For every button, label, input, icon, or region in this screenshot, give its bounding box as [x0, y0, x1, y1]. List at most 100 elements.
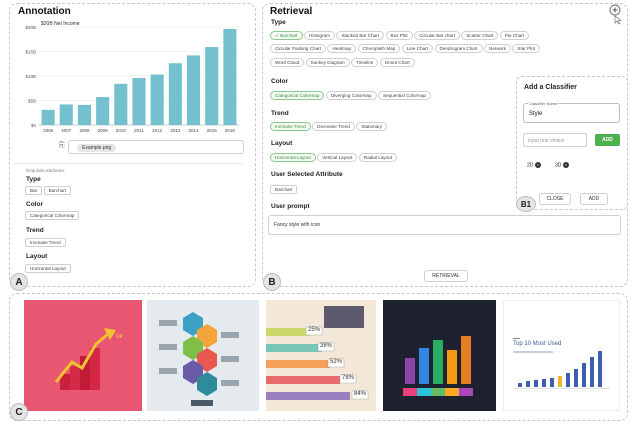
- type-tags-row-3: Word Cloud Sankey Diagram Timeline Donut Ch…: [270, 58, 600, 76]
- thumbnail-cylinders[interactable]: [383, 300, 496, 411]
- pct-78: 78%: [342, 375, 355, 381]
- remove-chip-icon[interactable]: ×: [534, 162, 541, 168]
- x-tick-label: 2013: [170, 128, 181, 133]
- a-tag-horizontal[interactable]: Horizontal Layout: [25, 264, 71, 273]
- bar: [96, 97, 110, 125]
- close-button[interactable]: CLOSE: [539, 193, 571, 205]
- bar: [168, 63, 182, 125]
- chip-3d-label: 3D: [555, 162, 562, 169]
- tag-stationary[interactable]: Stationary: [356, 122, 388, 131]
- tag-choropleth[interactable]: Choropleth Map: [357, 44, 401, 53]
- tag-circular-bar[interactable]: Circular Bar chart: [414, 31, 460, 40]
- tag-circular-packing[interactable]: Circular Packing Chart: [270, 44, 326, 53]
- choice-input[interactable]: input one choice: [523, 133, 587, 147]
- tag-vertical-layout[interactable]: Vertical Layout: [317, 153, 358, 162]
- net-income-chart: $20B Net Income $0 $5B $10B $15B $20B 2006 2007…: [25, 21, 239, 133]
- tag-categorical-colormap[interactable]: Categorical Colormap: [270, 91, 325, 100]
- svg-text:UP: UP: [116, 334, 124, 340]
- classifier-name-value: Style: [529, 111, 543, 117]
- tag-box-plot[interactable]: Box Plot: [385, 31, 413, 40]
- x-tick-label: 2016: [225, 128, 236, 133]
- tag-heatmap[interactable]: Heatmap: [327, 44, 357, 53]
- add-classifier-popup: Add a Classifier Classifier Name Style i…: [516, 76, 628, 210]
- bar: [150, 74, 164, 125]
- pct-84: 84%: [354, 391, 367, 397]
- bar: [132, 77, 146, 125]
- prompt-input[interactable]: Fancy style with icon: [268, 215, 621, 235]
- trend-label: Trend: [271, 110, 289, 117]
- x-tick-label: 2010: [116, 128, 127, 133]
- tag-diverging-colormap[interactable]: Diverging Colormap: [325, 91, 377, 100]
- divider: [14, 163, 242, 164]
- bar: [77, 104, 91, 125]
- a-color-label: Color: [26, 201, 43, 208]
- a-layout-tags: Horizontal Layout: [25, 264, 72, 282]
- remove-chip-icon[interactable]: ×: [562, 162, 569, 168]
- requisite-header: Requisite attributes: [26, 168, 65, 173]
- tag-donut[interactable]: Donut Chart: [379, 58, 415, 67]
- badge-c: C: [10, 403, 28, 421]
- tag-dendrogram[interactable]: Dendrogram Chart: [434, 44, 483, 53]
- tag-sankey[interactable]: Sankey Diagram: [305, 58, 350, 67]
- tag-word-cloud[interactable]: Word Cloud: [270, 58, 305, 67]
- file-upload-field[interactable]: Example.png: [68, 140, 244, 154]
- tag-horizontal-layout[interactable]: Horizontal Layout: [270, 153, 316, 162]
- x-tick-label: 2007: [61, 128, 72, 133]
- chip-2d[interactable]: 2D ×: [527, 162, 541, 168]
- hexagon-art: [147, 300, 259, 411]
- bar: [187, 55, 201, 125]
- retrieval-button[interactable]: RETRIEVAL: [424, 270, 468, 282]
- tag-increase-trend[interactable]: Increase Trend: [270, 122, 311, 131]
- a-tag-categorical[interactable]: Categorical Colormap: [25, 211, 80, 220]
- thumbnail-ribbon-percent[interactable]: 25% 38% 52% 78% 84%: [266, 300, 376, 411]
- tag-radial-layout[interactable]: Radial Layout: [358, 153, 397, 162]
- tag-pie[interactable]: Pie Chart: [499, 31, 530, 40]
- bar: [41, 109, 55, 125]
- x-tick-label: 2012: [152, 128, 163, 133]
- bar: [223, 28, 237, 125]
- pink-bars-art: UP: [24, 300, 142, 411]
- a-tag-barchart[interactable]: Barchart: [43, 186, 72, 195]
- a-type-label: Type: [26, 176, 41, 183]
- tag-barchart[interactable]: ✓ Barchart: [270, 31, 303, 40]
- color-label: Color: [271, 78, 288, 85]
- a-tag-increase[interactable]: Increase Trend: [25, 238, 66, 247]
- tag-timeline[interactable]: Timeline: [351, 58, 379, 67]
- bar: [59, 104, 73, 125]
- top10-art: [513, 351, 610, 389]
- user-attr-barchart[interactable]: Barchart: [270, 185, 298, 194]
- pct-52: 52%: [330, 359, 343, 365]
- chip-3d[interactable]: 3D ×: [555, 162, 569, 168]
- chip-2d-label: 2D: [527, 162, 534, 169]
- tag-line[interactable]: Line Chart: [401, 44, 433, 53]
- tag-histogram[interactable]: Histogram: [304, 31, 335, 40]
- tag-decrease-trend[interactable]: Decrease Trend: [312, 122, 355, 131]
- bar: [205, 47, 219, 126]
- retrieval-title: Retrieval: [270, 6, 313, 17]
- tag-stacked-bar[interactable]: Stacked Bar Chart: [336, 31, 384, 40]
- layout-label: Layout: [271, 140, 293, 147]
- thumbnail-pink-bars[interactable]: UP: [24, 300, 142, 411]
- user-attr-label: User Selected Attribute: [271, 171, 343, 178]
- x-tick-label: 2015: [207, 128, 218, 133]
- tag-network[interactable]: Network: [484, 44, 511, 53]
- y-tick-label: $0: [31, 123, 37, 128]
- badge-b: B: [263, 273, 281, 291]
- tag-star-plot[interactable]: Star Plot: [512, 44, 541, 53]
- thumbnail-hexagon-steps[interactable]: [147, 300, 259, 411]
- x-tick-label: 2006: [43, 128, 54, 133]
- add-button[interactable]: ADD: [580, 193, 608, 205]
- tag-sequential-colormap[interactable]: Sequential Colormap: [378, 91, 431, 100]
- x-tick-label: 2009: [98, 128, 109, 133]
- a-trend-label: Trend: [26, 227, 44, 234]
- add-choice-button[interactable]: ADD: [595, 134, 620, 146]
- a-tag-bar[interactable]: Bar: [25, 186, 43, 195]
- tag-scatter[interactable]: Scatter Chart: [461, 31, 499, 40]
- thumbnail-top10[interactable]: ▬▬ Top 10 Most Used: [503, 300, 620, 411]
- file-chip[interactable]: Example.png: [77, 143, 117, 152]
- cylinder-art: [383, 300, 496, 411]
- x-tick-label: 2011: [134, 128, 144, 133]
- classifier-name-field[interactable]: Classifier Name Style: [523, 101, 620, 123]
- pct-38: 38%: [320, 343, 333, 349]
- bar: [114, 83, 128, 125]
